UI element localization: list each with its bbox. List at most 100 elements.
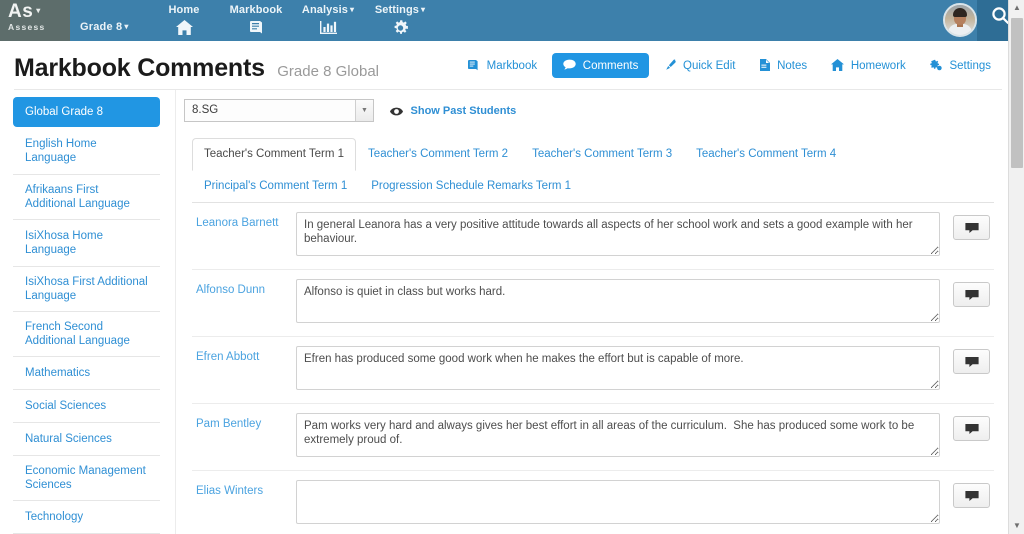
comment-bank-button[interactable] <box>953 416 990 441</box>
sidebar-item-english-home-language[interactable]: English Home Language <box>13 128 160 175</box>
subnav-settings[interactable]: Settings <box>920 53 1000 78</box>
comment-bank-button[interactable] <box>953 483 990 508</box>
subnav-label: Markbook <box>486 60 538 72</box>
comment-icon <box>562 59 579 72</box>
subnav-quick-edit[interactable]: Quick Edit <box>655 53 745 78</box>
avatar[interactable] <box>943 3 977 37</box>
sidebar-item-afrikaans-first-additional-language[interactable]: Afrikaans First Additional Language <box>13 175 160 220</box>
table-row: Pam Bentley <box>192 404 994 471</box>
sidebar-item-label: Natural Sciences <box>25 433 112 445</box>
tab-teachers-comment-term-3[interactable]: Teacher's Comment Term 3 <box>520 138 684 171</box>
table-row: Elias Winters <box>192 471 994 534</box>
nav-item-label: Markbook <box>229 4 283 16</box>
subnav-markbook[interactable]: Markbook <box>458 54 546 78</box>
student-comment-rows: Leanora Barnett Alfonso Dunn <box>192 203 994 534</box>
tab-teachers-comment-term-1[interactable]: Teacher's Comment Term 1 <box>192 138 357 171</box>
comment-input[interactable] <box>296 413 940 457</box>
body-wrap: Global Grade 8 English Home Language Afr… <box>0 90 1024 534</box>
student-name[interactable]: Efren Abbott <box>196 350 294 364</box>
show-past-students-link[interactable]: Show Past Students <box>390 105 516 117</box>
subnav-label: Settings <box>949 60 991 72</box>
sidebar-item-social-sciences[interactable]: Social Sciences <box>13 390 160 423</box>
page-scrollbar[interactable]: ▲ ▼ <box>1008 0 1024 534</box>
avatar-hair <box>953 8 967 17</box>
nav-item-home[interactable]: Home <box>148 0 220 41</box>
sidebar-item-label: Technology <box>25 511 84 523</box>
scroll-down-arrow-icon[interactable]: ▼ <box>1009 518 1024 534</box>
nav-item-label: Settings ▾ <box>364 3 436 17</box>
brush-icon <box>664 59 679 72</box>
book-icon <box>220 17 292 39</box>
subnav-comments[interactable]: Comments <box>551 53 650 78</box>
subnav-homework[interactable]: Homework <box>822 53 915 78</box>
comment-bank-button[interactable] <box>953 349 990 374</box>
class-select[interactable]: 8.SG ▼ <box>184 99 374 122</box>
home-icon <box>148 17 220 39</box>
student-name[interactable]: Leanora Barnett <box>196 216 294 230</box>
sub-navigation: Markbook Comments Quick Edit Notes Homew… <box>457 53 1000 78</box>
chevron-down-icon: ▾ <box>124 22 129 31</box>
chevron-down-icon[interactable]: ▼ <box>355 100 373 121</box>
sidebar-item-label: French Second Additional Language <box>25 321 130 347</box>
nav-item-label: Home <box>168 4 200 16</box>
comment-input[interactable] <box>296 346 940 390</box>
sidebar-item-technology[interactable]: Technology <box>13 501 160 534</box>
nav-grade-label: Grade 8 <box>80 21 123 33</box>
file-icon <box>759 59 773 72</box>
comment-input[interactable] <box>296 480 940 524</box>
main-panel: 8.SG ▼ Show Past Students Teacher's Comm… <box>175 90 1002 534</box>
student-name[interactable]: Elias Winters <box>196 484 294 498</box>
tab-label: Progression Schedule Remarks Term 1 <box>371 180 572 192</box>
sidebar-item-french-second-additional-language[interactable]: French Second Additional Language <box>13 312 160 357</box>
brand-logo[interactable]: As ▾ Assess <box>0 0 70 41</box>
subnav-label: Comments <box>582 60 639 72</box>
show-past-students-label: Show Past Students <box>410 104 517 117</box>
sidebar-item-isixhosa-home-language[interactable]: IsiXhosa Home Language <box>13 220 160 267</box>
class-select-value: 8.SG <box>192 104 219 116</box>
eye-icon <box>390 105 406 117</box>
chevron-down-icon: ▾ <box>421 5 426 14</box>
nav-items: Home Markbook Analysis ▾ Settings ▾ <box>148 0 436 41</box>
tab-label: Teacher's Comment Term 3 <box>532 148 673 160</box>
comment-tabs-wrap: Teacher's Comment Term 1 Teacher's Comme… <box>192 138 994 203</box>
student-name[interactable]: Alfonso Dunn <box>196 283 294 297</box>
comment-input[interactable] <box>296 212 940 256</box>
sidebar-item-natural-sciences[interactable]: Natural Sciences <box>13 423 160 456</box>
table-row: Leanora Barnett <box>192 203 994 270</box>
comment-icon <box>964 286 979 303</box>
gear-icon <box>364 17 436 39</box>
subnav-notes[interactable]: Notes <box>750 53 816 78</box>
avatar-wrap[interactable] <box>943 3 977 37</box>
sidebar-item-label: IsiXhosa Home Language <box>25 230 103 256</box>
student-name[interactable]: Pam Bentley <box>196 417 294 431</box>
chevron-down-icon: ▾ <box>349 5 355 14</box>
tab-progression-schedule-remarks-term-1[interactable]: Progression Schedule Remarks Term 1 <box>359 170 583 202</box>
scrollbar-thumb[interactable] <box>1011 18 1023 168</box>
sidebar-item-isixhosa-first-additional-language[interactable]: IsiXhosa First Additional Language <box>13 267 160 312</box>
comment-icon <box>964 353 979 370</box>
sidebar-item-mathematics[interactable]: Mathematics <box>13 357 160 390</box>
sidebar-item-economic-management-sciences[interactable]: Economic Management Sciences <box>13 456 160 501</box>
book-icon <box>467 60 482 72</box>
nav-item-markbook[interactable]: Markbook <box>220 0 292 41</box>
scroll-up-arrow-icon[interactable]: ▲ <box>1009 0 1024 16</box>
sidebar-item-global-grade-8[interactable]: Global Grade 8 <box>13 97 160 127</box>
tab-teachers-comment-term-4[interactable]: Teacher's Comment Term 4 <box>684 138 848 171</box>
nav-item-text: Settings <box>374 4 420 16</box>
nav-grade-selector[interactable]: Grade 8 ▾ <box>80 21 129 33</box>
home-icon <box>830 59 847 72</box>
tab-label: Teacher's Comment Term 1 <box>204 148 345 160</box>
top-navbar: As ▾ Assess Grade 8 ▾ Home Markbook Analys… <box>0 0 1024 41</box>
tab-principals-comment-term-1[interactable]: Principal's Comment Term 1 <box>192 170 359 202</box>
comment-bank-button[interactable] <box>953 282 990 307</box>
subnav-label: Quick Edit <box>683 60 736 72</box>
comment-icon <box>964 487 979 504</box>
nav-item-settings[interactable]: Settings ▾ <box>364 0 436 41</box>
nav-item-analysis[interactable]: Analysis ▾ <box>292 0 364 41</box>
comment-bank-button[interactable] <box>953 215 990 240</box>
tab-teachers-comment-term-2[interactable]: Teacher's Comment Term 2 <box>356 138 520 171</box>
page-title: Markbook Comments <box>14 54 265 82</box>
table-row: Alfonso Dunn <box>192 270 994 337</box>
comment-input[interactable] <box>296 279 940 323</box>
brand-sub-text: Assess <box>8 22 46 32</box>
